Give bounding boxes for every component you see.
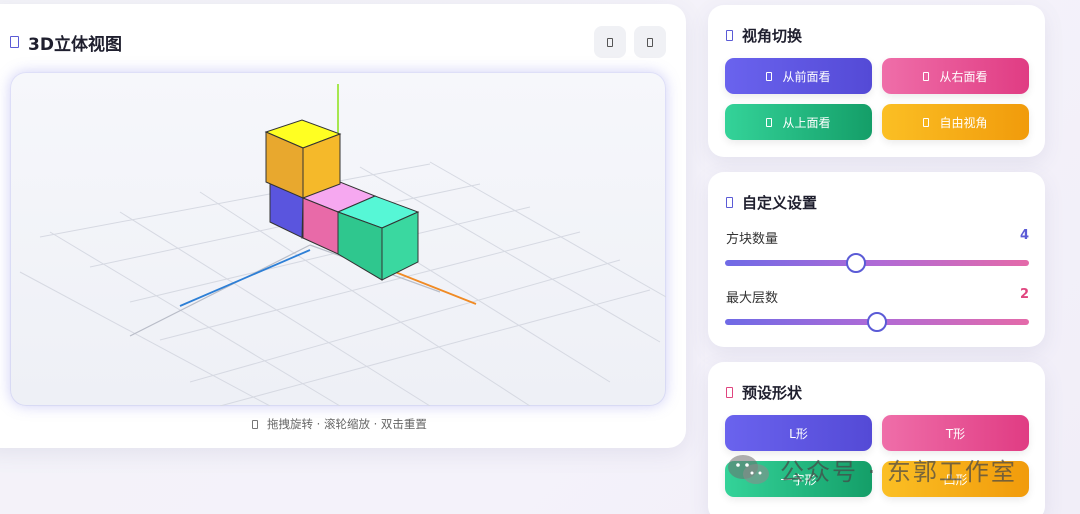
preset-l-label: L形 bbox=[789, 426, 808, 441]
cube-icon bbox=[10, 36, 19, 48]
shapes-icon bbox=[726, 387, 733, 398]
preset-shapes-title: 预设形状 bbox=[742, 384, 803, 402]
preset-t-button[interactable]: T形 bbox=[882, 415, 1029, 451]
fullscreen-button[interactable] bbox=[634, 26, 666, 58]
watermark-text: 公众号 · 东郭工作室 bbox=[780, 458, 1017, 486]
fullscreen-icon bbox=[647, 37, 653, 47]
max-layers-slider-thumb[interactable] bbox=[867, 312, 887, 332]
free-view-icon bbox=[923, 117, 930, 127]
view-switch-title: 视角切换 bbox=[742, 27, 803, 45]
front-view-button[interactable]: 从前面看 bbox=[725, 58, 872, 94]
front-view-label: 从前面看 bbox=[782, 69, 831, 84]
top-view-label: 从上面看 bbox=[782, 115, 831, 130]
3d-viewport[interactable] bbox=[10, 72, 666, 406]
block-count-value: 4 bbox=[1019, 228, 1029, 243]
preset-shapes-header: 预设形状 bbox=[726, 382, 802, 403]
block-count-slider-thumb[interactable] bbox=[845, 253, 866, 273]
block-count-label: 方块数量 bbox=[726, 232, 779, 247]
right-view-button[interactable]: 从右面看 bbox=[882, 58, 1029, 94]
eye-icon bbox=[726, 30, 733, 41]
page-title: 3D立体视图 bbox=[28, 34, 122, 55]
top-view-icon bbox=[766, 117, 773, 127]
max-layers-label: 最大层数 bbox=[726, 291, 779, 306]
max-layers-value: 2 bbox=[1019, 287, 1029, 302]
preset-l-button[interactable]: L形 bbox=[725, 415, 872, 451]
camera-icon bbox=[607, 37, 613, 47]
preset-t-label: T形 bbox=[945, 426, 966, 441]
right-view-label: 从右面看 bbox=[939, 69, 988, 84]
free-view-button[interactable]: 自由视角 bbox=[882, 104, 1029, 140]
z-axis-line bbox=[179, 249, 311, 307]
preset-shapes-card: 预设形状 L形 T形 一字形 凸形 bbox=[708, 362, 1045, 514]
free-view-label: 自由视角 bbox=[939, 115, 988, 130]
hint-text: 拖拽旋转 · 滚轮缩放 · 双击重置 bbox=[267, 417, 427, 431]
view-switch-header: 视角切换 bbox=[726, 25, 802, 46]
right-view-icon bbox=[923, 71, 930, 81]
main-header: 3D立体视图 bbox=[10, 28, 660, 56]
view-switch-card: 视角切换 从前面看 从右面看 从上面看 自由视角 bbox=[708, 5, 1045, 157]
max-layers-slider[interactable] bbox=[725, 312, 1029, 332]
interaction-hint: 拖拽旋转 · 滚轮缩放 · 双击重置 bbox=[252, 416, 427, 432]
watermark: 公众号 · 东郭工作室 bbox=[726, 452, 1017, 487]
top-view-button[interactable]: 从上面看 bbox=[725, 104, 872, 140]
block-count-slider[interactable] bbox=[725, 253, 1029, 273]
camera-button[interactable] bbox=[594, 26, 626, 58]
mouse-icon bbox=[252, 419, 258, 429]
main-view-panel: 3D立体视图 拖拽旋转 · 滚轮缩放 · 双击重置 bbox=[0, 4, 686, 448]
custom-settings-title: 自定义设置 bbox=[742, 194, 818, 212]
custom-settings-header: 自定义设置 bbox=[726, 192, 817, 213]
custom-settings-card: 自定义设置 方块数量 4 最大层数 2 bbox=[708, 172, 1045, 347]
scene-canvas[interactable] bbox=[10, 72, 666, 406]
front-view-icon bbox=[766, 71, 773, 81]
settings-icon bbox=[726, 197, 733, 208]
wechat-icon bbox=[728, 454, 769, 484]
